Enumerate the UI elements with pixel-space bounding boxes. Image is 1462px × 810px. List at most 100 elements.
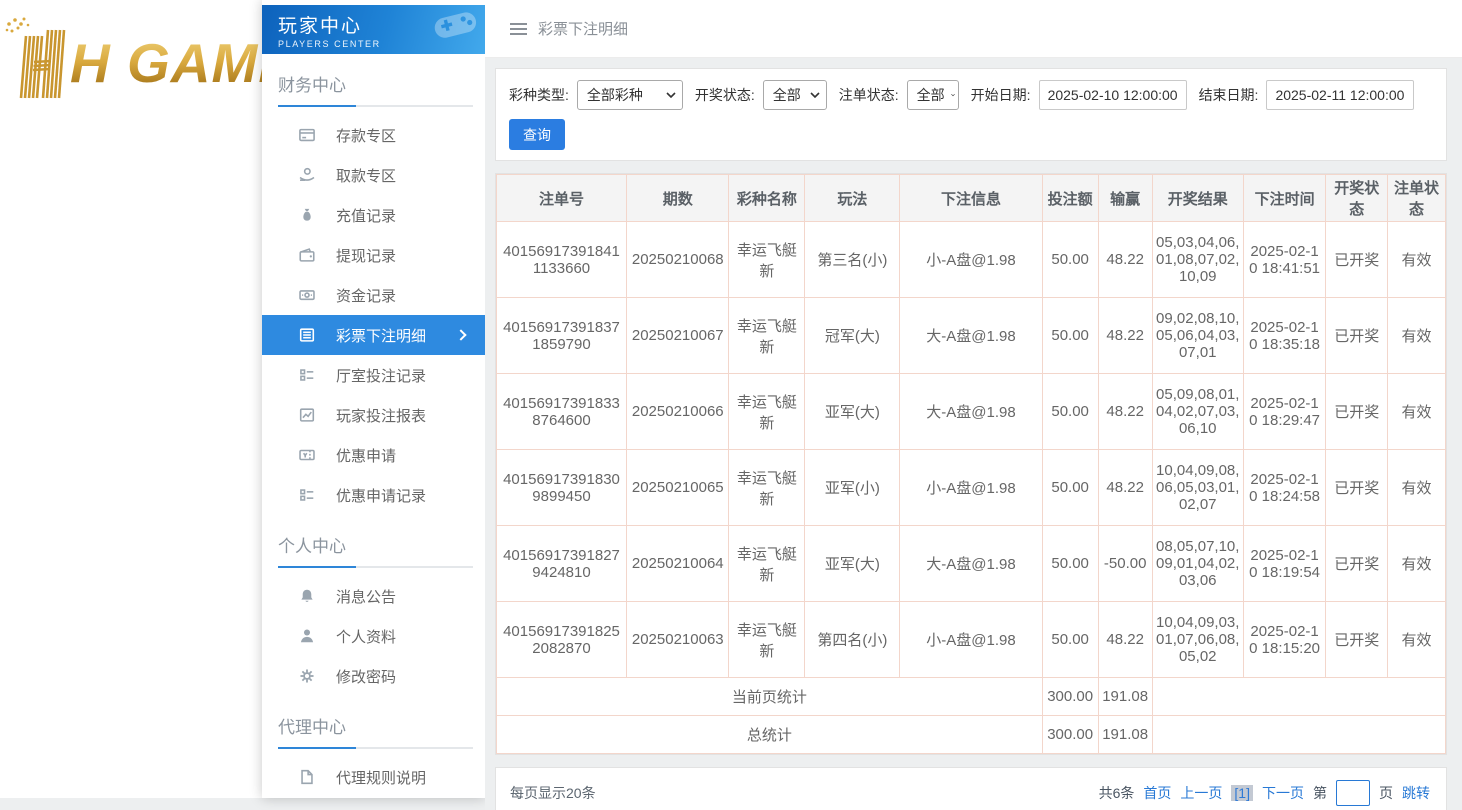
- summary-bet-total: 300.00: [1042, 716, 1098, 754]
- table-cell: 大-A盘@1.98: [900, 374, 1042, 450]
- table-cell: 48.22: [1098, 222, 1152, 298]
- table-cell: 已开奖: [1326, 298, 1388, 374]
- table-cell: 2025-02-10 18:35:18: [1243, 298, 1326, 374]
- sidebar-section-title: 财务中心: [278, 71, 469, 96]
- sidebar-item-0-6[interactable]: 厅室投注记录: [262, 355, 485, 395]
- sidebar-item-0-3[interactable]: 提现记录: [262, 235, 485, 275]
- lottery-type-select[interactable]: 全部彩种: [577, 80, 683, 110]
- table-header-cell: 投注额: [1042, 175, 1098, 222]
- table-cell: 401569173918309899450: [497, 450, 627, 526]
- table-cell: 2025-02-10 18:19:54: [1243, 526, 1326, 602]
- filter-panel: 彩种类型: 全部彩种 开奖状态: 全部 注单状态: 全部 开始日期: 结束日期:: [495, 68, 1447, 161]
- draw-status-select[interactable]: 全部: [763, 80, 827, 110]
- table-header-cell: 注单号: [497, 175, 627, 222]
- table-header-cell: 输赢: [1098, 175, 1152, 222]
- end-date-label: 结束日期:: [1199, 85, 1259, 105]
- table-cell: 48.22: [1098, 450, 1152, 526]
- table-cell: 大-A盘@1.98: [900, 526, 1042, 602]
- table-cell: 有效: [1388, 374, 1446, 450]
- sidebar-item-0-8[interactable]: 优惠申请: [262, 435, 485, 475]
- table-header-cell: 玩法: [805, 175, 900, 222]
- table-header-cell: 下注时间: [1243, 175, 1326, 222]
- banknote-icon: [298, 286, 316, 304]
- page-size-text: 每页显示20条: [510, 783, 596, 803]
- sidebar-item-0-1[interactable]: 取款专区: [262, 155, 485, 195]
- sidebar-item-1-0[interactable]: 消息公告: [262, 576, 485, 616]
- page-title: 彩票下注明细: [538, 18, 628, 39]
- chevron-down-icon: [810, 92, 820, 98]
- sidebar-item-2-0[interactable]: 代理规则说明: [262, 757, 485, 797]
- sidebar-item-0-4[interactable]: 资金记录: [262, 275, 485, 315]
- moneybag-icon: [298, 206, 316, 224]
- table-cell: 小-A盘@1.98: [900, 450, 1042, 526]
- jump-button[interactable]: 跳转: [1402, 783, 1430, 803]
- pagination-current-page[interactable]: [1]: [1231, 785, 1253, 801]
- pagination-first-link[interactable]: 首页: [1143, 783, 1171, 803]
- page-jump-input[interactable]: [1336, 780, 1370, 806]
- sidebar-item-label: 消息公告: [336, 586, 469, 607]
- sidebar-item-label: 彩票下注明细: [336, 325, 457, 346]
- logo-strip: H GAME: [0, 0, 262, 798]
- table-cell: 50.00: [1042, 374, 1098, 450]
- start-date-input[interactable]: [1039, 80, 1187, 110]
- table-cell: 有效: [1388, 602, 1446, 678]
- summary-empty: [1152, 716, 1445, 754]
- table-cell: 2025-02-10 18:24:58: [1243, 450, 1326, 526]
- pagination-prev-link[interactable]: 上一页: [1180, 783, 1222, 803]
- summary-row: 当前页统计300.00191.08: [497, 678, 1446, 716]
- deposit-card-icon: [298, 126, 316, 144]
- start-date-label: 开始日期:: [971, 85, 1031, 105]
- sidebar-item-label: 厅室投注记录: [336, 365, 469, 386]
- sidebar-item-0-9[interactable]: 优惠申请记录: [262, 475, 485, 515]
- sidebar-item-label: 提现记录: [336, 245, 469, 266]
- pagination-total: 共6条: [1099, 783, 1135, 803]
- logo[interactable]: H GAME: [4, 16, 262, 105]
- table-cell: 20250210066: [627, 374, 729, 450]
- gear-icon: [298, 667, 316, 685]
- table-header-row: 注单号期数彩种名称玩法下注信息投注额输赢开奖结果下注时间开奖状态注单状态: [497, 175, 1446, 222]
- bet-status-label: 注单状态:: [839, 85, 899, 105]
- bets-table-body: 40156917391841113366020250210068幸运飞艇新第三名…: [497, 222, 1446, 754]
- table-cell: 2025-02-10 18:15:20: [1243, 602, 1326, 678]
- logo-stripe-h-icon: [4, 16, 70, 105]
- jump-prefix-label: 第: [1313, 783, 1327, 803]
- sidebar-item-1-2[interactable]: 修改密码: [262, 656, 485, 696]
- table-cell: 已开奖: [1326, 374, 1388, 450]
- sidebar-item-label: 充值记录: [336, 205, 469, 226]
- sidebar-item-0-7[interactable]: 玩家投注报表: [262, 395, 485, 435]
- table-cell: 20250210067: [627, 298, 729, 374]
- sidebar-item-2-1[interactable]: 代理团队统计: [262, 797, 485, 798]
- table-cell: 第四名(小): [805, 602, 900, 678]
- table-cell: 冠军(大): [805, 298, 900, 374]
- bet-status-select[interactable]: 全部: [907, 80, 959, 110]
- sidebar-item-0-2[interactable]: 充值记录: [262, 195, 485, 235]
- end-date-input[interactable]: [1266, 80, 1414, 110]
- sidebar-item-0-0[interactable]: 存款专区: [262, 115, 485, 155]
- table-cell: 401569173918411133660: [497, 222, 627, 298]
- table-cell: 亚军(小): [805, 450, 900, 526]
- table-cell: 幸运飞艇新: [729, 298, 805, 374]
- sidebar-item-label: 代理规则说明: [336, 767, 469, 788]
- chevron-right-icon: [455, 329, 466, 340]
- query-button[interactable]: 查询: [509, 119, 565, 150]
- summary-win-total: 191.08: [1098, 678, 1152, 716]
- sidebar: 玩家中心 PLAYERS CENTER 财务中心存款专区取款专区充值记录提现记录…: [262, 0, 485, 798]
- pagination-next-link[interactable]: 下一页: [1262, 783, 1304, 803]
- table-cell: 50.00: [1042, 222, 1098, 298]
- table-cell: 401569173918371859790: [497, 298, 627, 374]
- table-cell: 第三名(小): [805, 222, 900, 298]
- table-header-cell: 开奖状态: [1326, 175, 1388, 222]
- table-header-cell: 开奖结果: [1152, 175, 1243, 222]
- table-cell: 50.00: [1042, 298, 1098, 374]
- bets-table: 注单号期数彩种名称玩法下注信息投注额输赢开奖结果下注时间开奖状态注单状态 401…: [496, 174, 1446, 754]
- table-cell: 401569173918338764600: [497, 374, 627, 450]
- sidebar-item-0-5[interactable]: 彩票下注明细: [262, 315, 485, 355]
- sidebar-item-label: 取款专区: [336, 165, 469, 186]
- list-icon: [298, 326, 316, 344]
- table-cell: 亚军(大): [805, 526, 900, 602]
- report-chart-icon: [298, 406, 316, 424]
- menu-toggle-icon[interactable]: [510, 23, 527, 35]
- sidebar-item-label: 存款专区: [336, 125, 469, 146]
- table-cell: 50.00: [1042, 602, 1098, 678]
- sidebar-item-1-1[interactable]: 个人资料: [262, 616, 485, 656]
